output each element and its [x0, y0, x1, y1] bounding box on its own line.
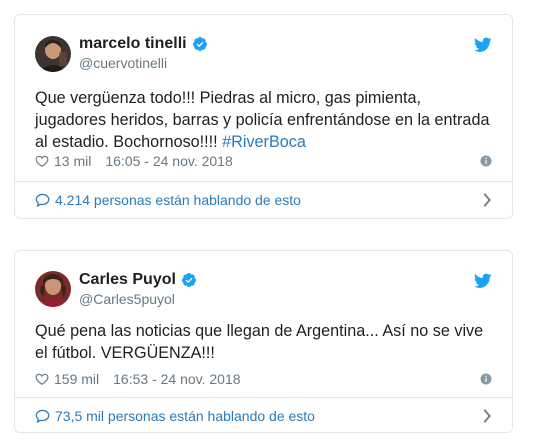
twitter-bird-icon[interactable] [474, 273, 492, 289]
verified-badge-icon [181, 273, 196, 287]
like-count[interactable]: 159 mil [54, 371, 99, 387]
tweet-card[interactable]: marcelo tinelli @cuervotinelli Que vergü… [14, 14, 513, 219]
chevron-right-icon[interactable] [482, 409, 492, 423]
hashtag-link[interactable]: #RiverBoca [222, 133, 306, 151]
tweet-meta: 13 mil 16:05 - 24 nov. 2018 [35, 153, 492, 169]
heart-icon[interactable] [35, 154, 49, 168]
conversation-text[interactable]: 73,5 mil personas están hablando de esto [55, 408, 315, 424]
info-icon[interactable] [480, 155, 492, 167]
avatar[interactable] [35, 36, 71, 72]
divider [15, 181, 512, 182]
author-name[interactable]: Carles Puyol [79, 271, 176, 289]
author-handle[interactable]: @Carles5puyol [79, 291, 175, 307]
conversation-text[interactable]: 4.214 personas están hablando de esto [55, 192, 301, 208]
author-name[interactable]: marcelo tinelli [79, 35, 187, 53]
author-row: Carles Puyol [79, 271, 197, 289]
avatar[interactable] [35, 271, 71, 307]
divider [15, 397, 512, 398]
author-row: marcelo tinelli [79, 35, 208, 53]
tweet-card[interactable]: Carles Puyol @Carles5puyol Qué pena las … [14, 250, 513, 433]
timestamp[interactable]: 16:53 - 24 nov. 2018 [113, 371, 240, 387]
conversation-link[interactable]: 73,5 mil personas están hablando de esto [35, 408, 492, 424]
tweet-text: Que vergüenza todo!!! Piedras al micro, … [35, 89, 490, 151]
author-handle[interactable]: @cuervotinelli [79, 55, 167, 71]
info-icon[interactable] [480, 373, 492, 385]
timestamp[interactable]: 16:05 - 24 nov. 2018 [105, 153, 232, 169]
chevron-right-icon[interactable] [482, 193, 492, 207]
comment-bubble-icon [35, 409, 50, 423]
comment-bubble-icon [35, 193, 50, 207]
heart-icon[interactable] [35, 372, 49, 386]
conversation-link[interactable]: 4.214 personas están hablando de esto [35, 192, 492, 208]
tweet-text: Qué pena las noticias que llegan de Arge… [35, 322, 484, 362]
like-count[interactable]: 13 mil [54, 153, 91, 169]
tweet-meta: 159 mil 16:53 - 24 nov. 2018 [35, 371, 492, 387]
verified-badge-icon [192, 37, 207, 51]
twitter-bird-icon[interactable] [474, 37, 492, 53]
